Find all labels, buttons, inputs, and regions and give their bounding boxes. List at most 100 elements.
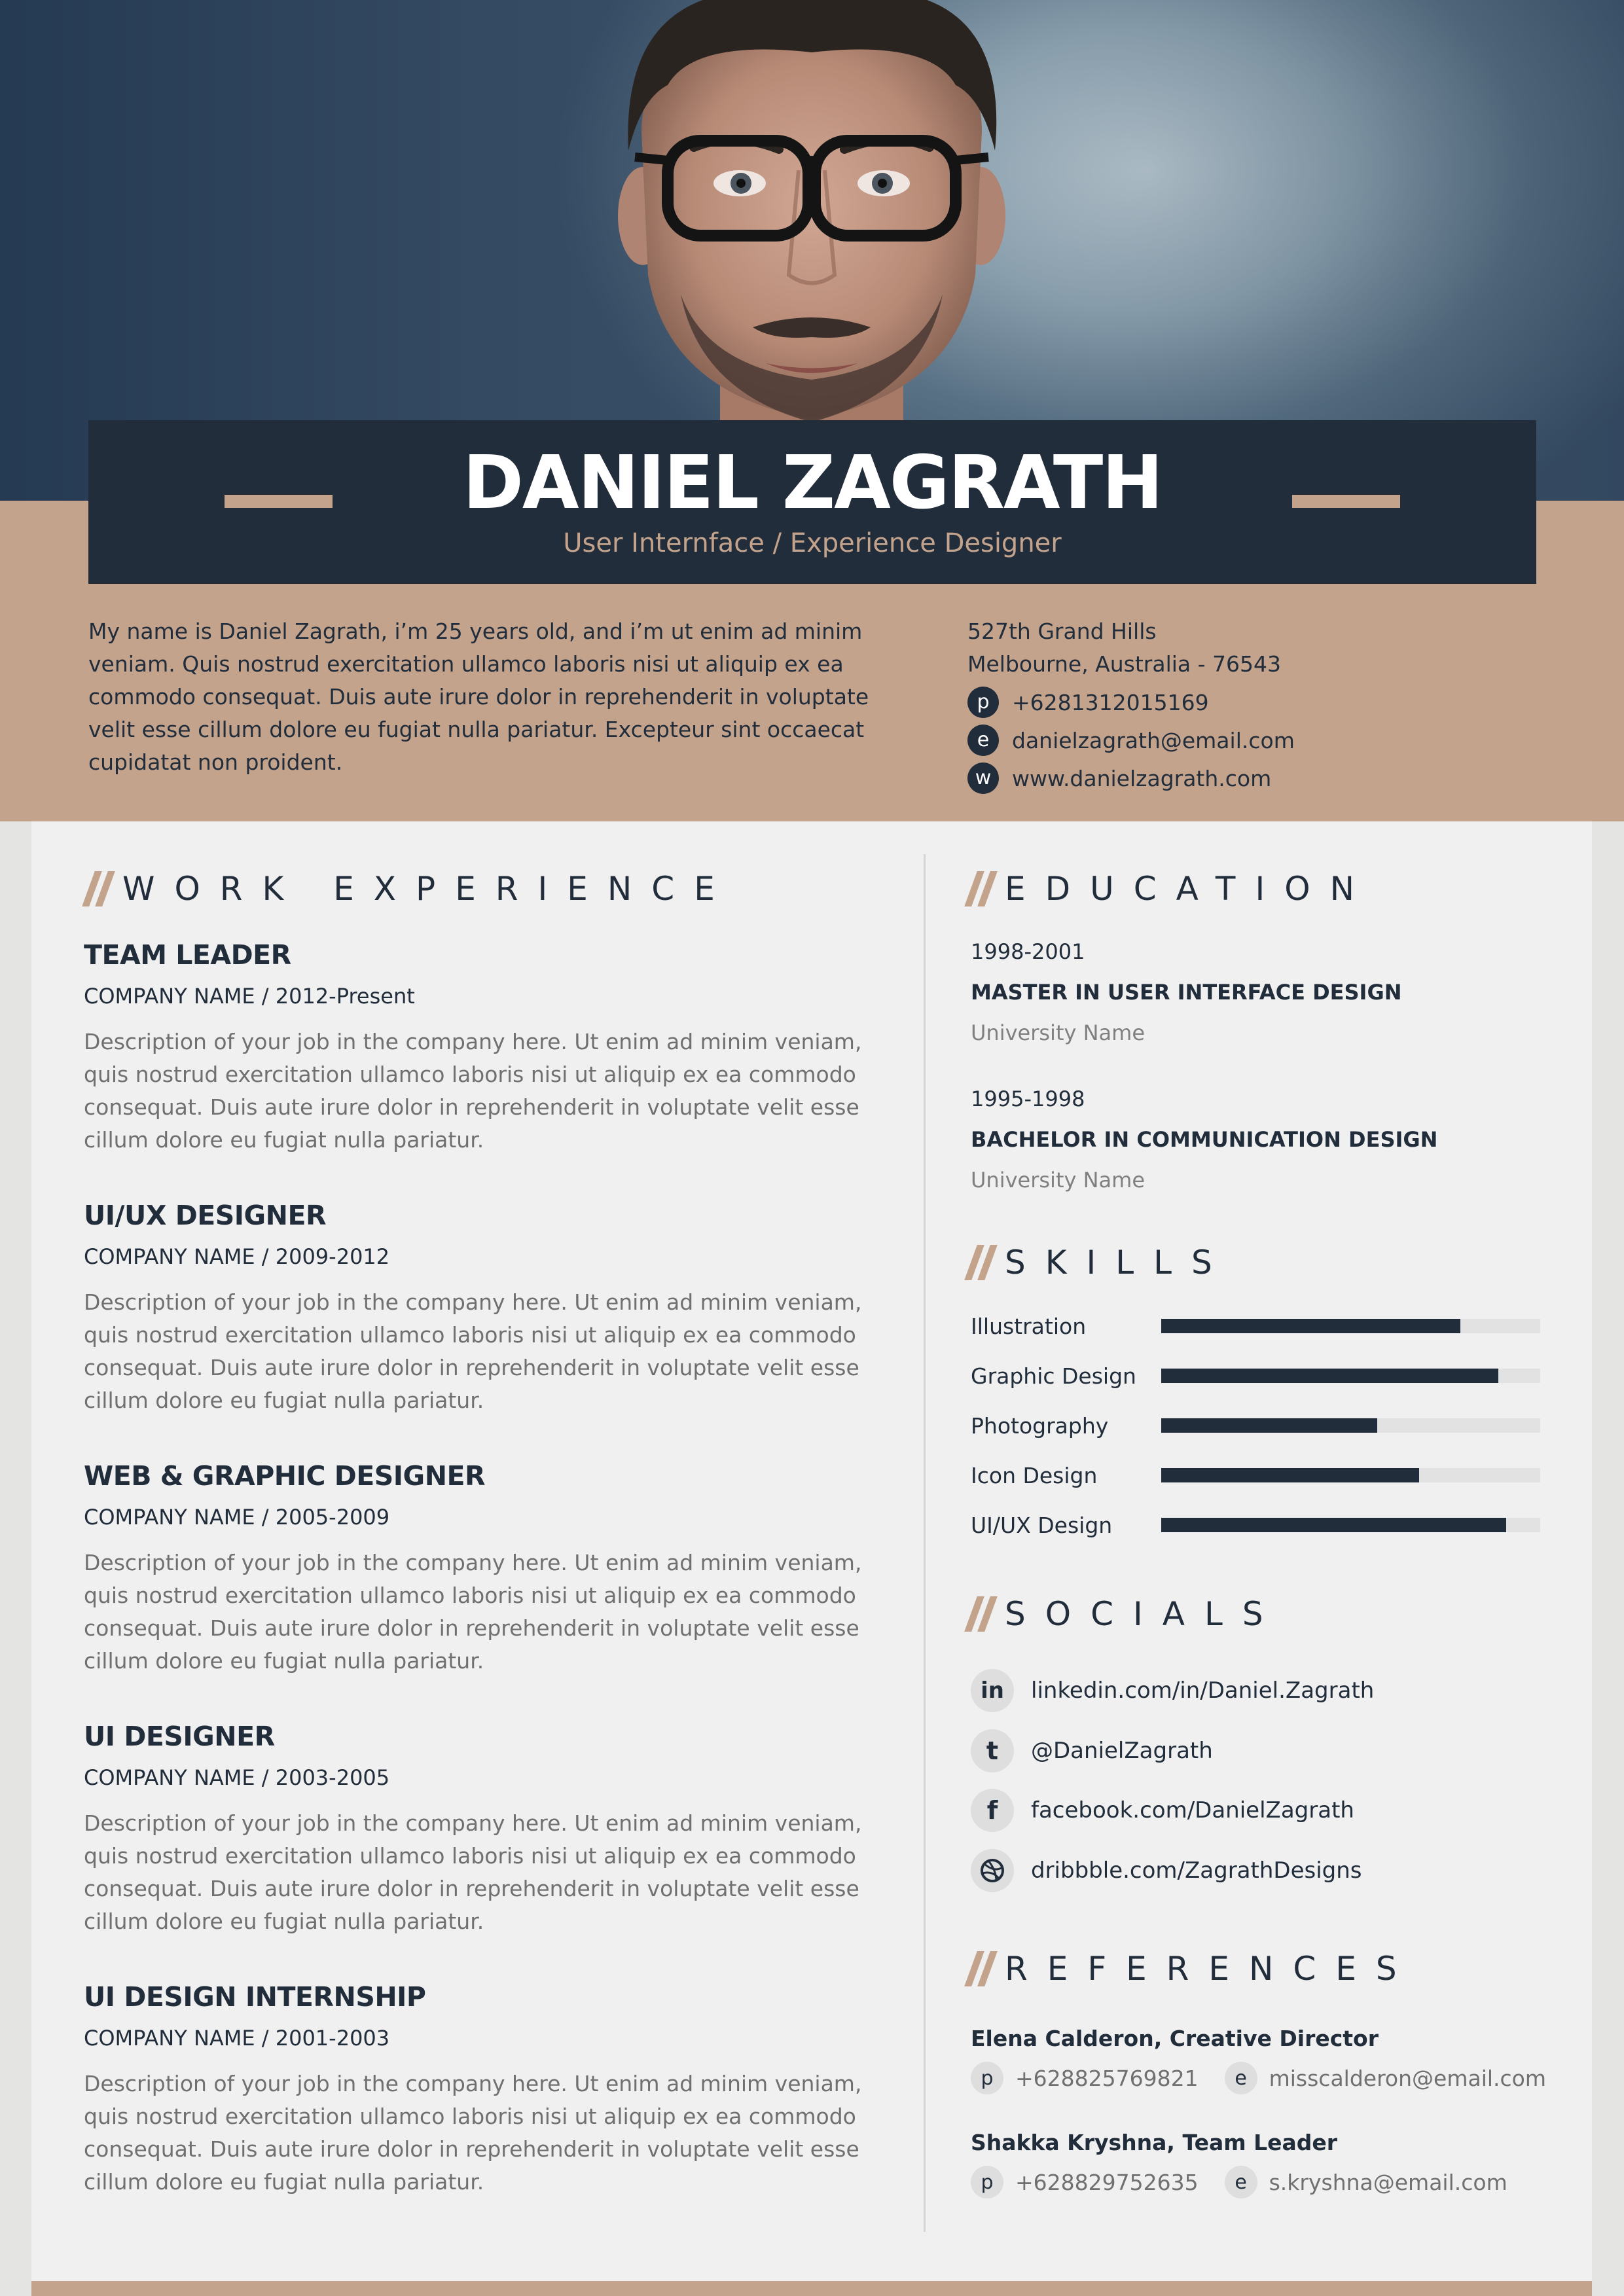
name-banner: DANIEL ZAGRATH User Internface / Experie… <box>88 420 1536 584</box>
skill-bar <box>1161 1369 1540 1383</box>
reference-item: Elena Calderon, Creative Director p +628… <box>971 2026 1579 2094</box>
twitter-icon: t <box>971 1729 1014 1772</box>
reference-phone: +628825769821 <box>1015 2065 1199 2091</box>
job-company: COMPANY NAME / 2003-2005 <box>84 1765 390 1790</box>
person-name: DANIEL ZAGRATH <box>462 440 1163 526</box>
skill-bar <box>1161 1468 1540 1482</box>
job-item: WEB & GRAPHIC DESIGNER COMPANY NAME / 20… <box>84 1460 882 1677</box>
job-title: UI/UX DESIGNER <box>84 1200 327 1231</box>
job-description: Description of your job in the company h… <box>84 1289 862 1413</box>
skill-row: Icon Design <box>971 1459 1540 1492</box>
job-company: COMPANY NAME / 2009-2012 <box>84 1244 390 1269</box>
contact-email[interactable]: e danielzagrath@email.com <box>967 721 1557 759</box>
phone-icon: p <box>967 687 999 718</box>
email-icon: e <box>1224 2166 1257 2198</box>
skill-name: UI/UX Design <box>971 1512 1113 1538</box>
contact-phone: p +6281312015169 <box>967 683 1557 721</box>
job-title: WEB & GRAPHIC DESIGNER <box>84 1460 486 1492</box>
reference-item: Shakka Kryshna, Team Leader p +628829752… <box>971 2130 1579 2198</box>
email-link[interactable]: danielzagrath@email.com <box>1012 728 1295 753</box>
social-link[interactable]: linkedin.com/in/Daniel.Zagrath <box>1031 1677 1374 1704</box>
social-facebook[interactable]: f facebook.com/DanielZagrath <box>971 1787 1354 1833</box>
job-item: UI/UX DESIGNER COMPANY NAME / 2009-2012 … <box>84 1200 882 1417</box>
job-title: UI DESIGN INTERNSHIP <box>84 1981 426 2013</box>
socials-heading: SOCIALS <box>964 1594 1283 1634</box>
skill-bar-fill <box>1161 1369 1499 1383</box>
reference-name: Elena Calderon, Creative Director <box>971 2026 1379 2051</box>
education-item: 1995-1998 BACHELOR IN COMMUNICATION DESI… <box>971 1086 1560 1193</box>
work-experience-heading: WORK EXPERIENCE <box>82 869 734 908</box>
facebook-icon: f <box>971 1789 1014 1832</box>
skill-bar <box>1161 1319 1540 1333</box>
reference-phone: +628829752635 <box>1015 2169 1199 2195</box>
intro-text: My name is Daniel Zagrath, i’m 25 years … <box>88 619 869 775</box>
slash-icon <box>964 1951 998 1986</box>
job-description: Description of your job in the company h… <box>84 1550 862 1674</box>
skill-name: Illustration <box>971 1313 1087 1339</box>
skill-name: Icon Design <box>971 1462 1098 1488</box>
linkedin-icon: in <box>971 1669 1014 1712</box>
education-item: 1998-2001 MASTER IN USER INTERFACE DESIG… <box>971 939 1560 1045</box>
phone-text: +6281312015169 <box>1012 689 1209 715</box>
skill-bar-fill <box>1161 1418 1378 1433</box>
skill-name: Photography <box>971 1412 1109 1439</box>
job-description: Description of your job in the company h… <box>84 1029 862 1153</box>
skill-bar <box>1161 1418 1540 1433</box>
job-company: COMPANY NAME / 2012-Present <box>84 984 415 1009</box>
skill-row: UI/UX Design <box>971 1509 1540 1541</box>
job-description: Description of your job in the company h… <box>84 2071 862 2195</box>
slash-icon <box>964 1596 998 1632</box>
education-degree: MASTER IN USER INTERFACE DESIGN <box>971 980 1402 1005</box>
skill-bar <box>1161 1518 1540 1532</box>
social-link[interactable]: dribbble.com/ZagrathDesigns <box>1031 1857 1362 1884</box>
contact-info: 527th Grand Hills Melbourne, Australia -… <box>967 615 1557 797</box>
skill-bar-fill <box>1161 1468 1419 1482</box>
job-title: TEAM LEADER <box>84 939 291 971</box>
phone-icon: p <box>971 2062 1003 2094</box>
skill-row: Illustration <box>971 1310 1540 1342</box>
reference-email[interactable]: misscalderon@email.com <box>1269 2066 1546 2091</box>
dribbble-icon <box>971 1849 1014 1892</box>
social-linkedin[interactable]: in linkedin.com/in/Daniel.Zagrath <box>971 1668 1374 1713</box>
skill-bar-fill <box>1161 1518 1506 1532</box>
skill-row: Graphic Design <box>971 1359 1540 1392</box>
education-degree: BACHELOR IN COMMUNICATION DESIGN <box>971 1127 1438 1152</box>
column-divider <box>924 854 926 2232</box>
portrait-photo <box>618 0 1005 422</box>
job-item: UI DESIGN INTERNSHIP COMPANY NAME / 2001… <box>84 1981 882 2198</box>
skills-heading: SKILLS <box>964 1243 1232 1282</box>
phone-icon: p <box>971 2166 1003 2198</box>
social-dribbble[interactable]: dribbble.com/ZagrathDesigns <box>971 1848 1362 1893</box>
job-title: UI DESIGNER <box>84 1721 275 1752</box>
address-line-2: Melbourne, Australia - 76543 <box>967 651 1282 677</box>
job-company: COMPANY NAME / 2005-2009 <box>84 1505 390 1530</box>
reference-name: Shakka Kryshna, Team Leader <box>971 2130 1338 2155</box>
address-line-1: 527th Grand Hills <box>967 619 1157 644</box>
social-link[interactable]: facebook.com/DanielZagrath <box>1031 1797 1354 1823</box>
slash-icon <box>82 871 115 906</box>
web-icon: w <box>967 762 999 794</box>
skill-bar-fill <box>1161 1319 1461 1333</box>
contact-website[interactable]: w www.danielzagrath.com <box>967 759 1557 797</box>
social-link[interactable]: @DanielZagrath <box>1031 1738 1213 1764</box>
job-company: COMPANY NAME / 2001-2003 <box>84 2026 390 2051</box>
education-years: 1998-2001 <box>971 939 1085 964</box>
reference-contacts: p +628825769821 e misscalderon@email.com <box>971 2062 1579 2094</box>
education-heading: EDUCATION <box>964 869 1374 908</box>
reference-contacts: p +628829752635 e s.kryshna@email.com <box>971 2166 1579 2198</box>
website-link[interactable]: www.danielzagrath.com <box>1012 766 1271 791</box>
email-icon: e <box>967 725 999 756</box>
job-item: UI DESIGNER COMPANY NAME / 2003-2005 Des… <box>84 1721 882 1938</box>
education-school: University Name <box>971 1168 1145 1193</box>
job-description: Description of your job in the company h… <box>84 1810 862 1934</box>
footer-bar <box>31 2281 1592 2296</box>
slash-icon <box>964 871 998 906</box>
skill-name: Graphic Design <box>971 1363 1136 1389</box>
social-twitter[interactable]: t @DanielZagrath <box>971 1728 1213 1774</box>
reference-email[interactable]: s.kryshna@email.com <box>1269 2170 1507 2195</box>
email-icon: e <box>1224 2062 1257 2094</box>
skill-row: Photography <box>971 1409 1540 1442</box>
education-years: 1995-1998 <box>971 1086 1085 1111</box>
job-subtitle: User Internface / Experience Designer <box>563 528 1062 558</box>
job-item: TEAM LEADER COMPANY NAME / 2012-Present … <box>84 939 882 1157</box>
